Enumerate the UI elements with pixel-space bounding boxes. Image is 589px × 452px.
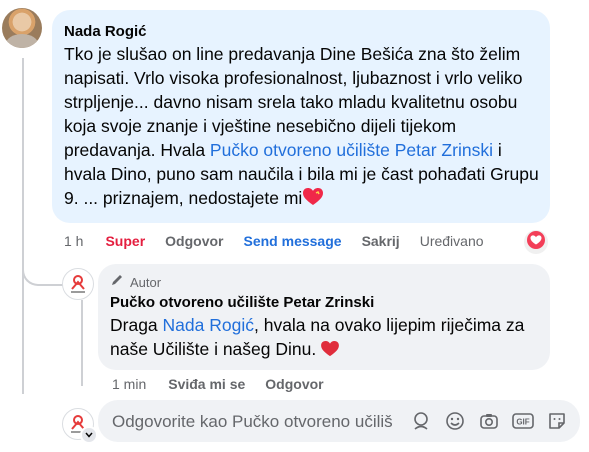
page-link[interactable]: Pučko otvoreno učilište Petar Zrinski — [210, 140, 493, 160]
reply-text: Draga Nada Rogić, hvala na ovako lijepim… — [110, 313, 542, 363]
edited-label[interactable]: Uređivano — [420, 230, 484, 252]
page-avatar[interactable] — [62, 268, 94, 300]
reply-composer: GIF — [98, 400, 580, 442]
heart-icon — [321, 339, 339, 363]
thread-connector — [22, 254, 66, 286]
emoji-icon[interactable] — [444, 410, 466, 432]
comment-author[interactable]: Nada Rogić — [64, 22, 147, 42]
sticker-icon[interactable] — [546, 410, 568, 432]
reply-actions: 1 min Sviđa mi se Odgovor — [112, 374, 344, 394]
comment-text: Tko je slušao on line predavanja Dine Be… — [64, 42, 539, 212]
author-badge: Autor — [110, 273, 161, 292]
reply-time[interactable]: 1 min — [112, 374, 146, 394]
hide-button[interactable]: Sakrij — [362, 230, 400, 252]
reply-input[interactable] — [110, 410, 394, 434]
svg-text:GIF: GIF — [516, 418, 529, 427]
pencil-icon — [110, 273, 124, 292]
comment-actions: 1 h Super Odgovor Send message Sakrij Ur… — [64, 230, 504, 252]
heart-icon — [527, 230, 545, 254]
reply-button[interactable]: Odgovor — [265, 374, 323, 394]
mention-link[interactable]: Nada Rogić — [163, 315, 254, 335]
reaction-button[interactable]: Super — [105, 230, 145, 252]
reply-author[interactable]: Pučko otvoreno učilište Petar Zrinski — [110, 293, 374, 313]
avatar-sticker-icon[interactable] — [410, 410, 432, 432]
reply-button[interactable]: Odgovor — [165, 230, 223, 252]
reply-thread-line — [81, 300, 83, 386]
avatar[interactable] — [2, 8, 42, 48]
heart-icon — [303, 188, 324, 212]
comment-time[interactable]: 1 h — [64, 230, 83, 252]
composer-tools: GIF — [410, 410, 568, 432]
thread-line — [22, 58, 24, 394]
chevron-down-icon[interactable] — [80, 426, 98, 444]
page-logo-icon — [71, 275, 85, 293]
like-button[interactable]: Sviđa mi se — [168, 374, 245, 394]
gif-icon[interactable]: GIF — [512, 410, 534, 432]
send-message-button[interactable]: Send message — [244, 230, 342, 252]
camera-icon[interactable] — [478, 410, 500, 432]
reaction-count-badge[interactable] — [524, 230, 548, 254]
